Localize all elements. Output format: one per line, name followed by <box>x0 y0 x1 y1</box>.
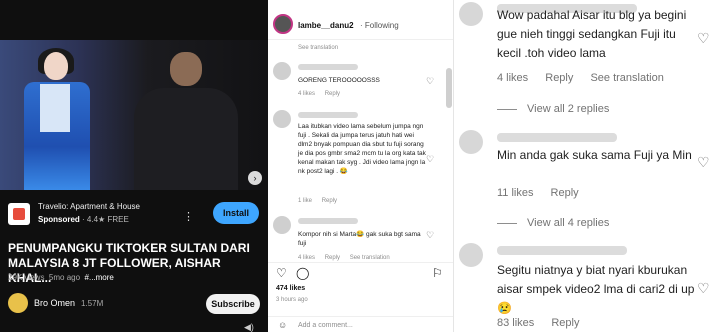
ad-price: FREE <box>107 215 129 224</box>
avatar[interactable] <box>273 14 293 34</box>
bookmark-icon[interactable]: ⚐ <box>432 267 443 279</box>
subscribe-button[interactable]: Subscribe <box>206 294 260 314</box>
ad-sponsored-label: Sponsored <box>38 215 80 224</box>
video-person-man <box>130 52 240 190</box>
view-replies-link[interactable]: View all 2 replies <box>497 103 609 115</box>
video-player[interactable] <box>0 40 268 190</box>
heart-icon[interactable]: ♡ <box>426 76 434 87</box>
comment-text: Segitu niatnya y biat nyari kburukan ais… <box>497 263 695 315</box>
reply-button[interactable]: Reply <box>545 72 573 84</box>
video-person-girl <box>18 48 96 190</box>
heart-icon[interactable]: ♡ <box>426 230 434 241</box>
post-header: lambe__danu2 · Following <box>268 0 453 40</box>
ad-app-logo <box>8 203 30 225</box>
post-actions: ♡ ◯ ⚐ <box>268 262 453 282</box>
add-comment-bar: ☺ Add a comment... <box>268 316 453 332</box>
avatar[interactable] <box>459 130 483 154</box>
account-handle[interactable]: lambe__danu2 <box>298 21 354 30</box>
redacted-username <box>298 64 358 70</box>
see-translation-link[interactable]: See translation <box>590 72 663 84</box>
comment-meta: 83 likes Reply <box>497 317 593 329</box>
comment-text: Min anda gak suka sama Fuji ya Min <box>497 148 692 162</box>
avatar[interactable] <box>8 293 28 313</box>
scrollbar[interactable] <box>446 68 452 108</box>
comment-likes[interactable]: 4 likes <box>497 72 528 84</box>
more-link[interactable]: #...more <box>85 273 114 282</box>
redacted-username <box>298 218 358 224</box>
comment-likes[interactable]: 11 likes <box>497 187 533 199</box>
avatar[interactable] <box>459 243 483 267</box>
view-count: 29K views <box>8 273 45 282</box>
avatar[interactable] <box>273 216 291 234</box>
chevron-right-icon[interactable]: › <box>248 171 262 185</box>
comment-input[interactable]: Add a comment... <box>298 322 353 329</box>
ad-rating: · 4.4★ <box>82 215 106 224</box>
instagram-comments-panel: lambe__danu2 · Following See translation… <box>268 0 454 332</box>
redacted-username <box>497 133 617 142</box>
heart-icon[interactable]: ♡ <box>426 154 434 165</box>
comment-likes[interactable]: 4 likes <box>298 91 315 97</box>
comment-meta: 4 likes Reply See translation <box>497 72 678 84</box>
install-button[interactable]: Install <box>213 202 259 224</box>
see-translation-link[interactable]: See translation <box>298 45 338 51</box>
zoomed-comments-panel: Wow padahal Aisar itu blg ya begini gue … <box>455 0 720 332</box>
comment-likes[interactable]: 4 likes <box>298 255 315 261</box>
comment-likes[interactable]: 83 likes <box>497 317 534 329</box>
reply-button[interactable]: Reply <box>322 198 337 204</box>
comment-text: GORENG TEROOOOOSSS <box>298 77 380 84</box>
volume-icon[interactable]: ◀) <box>244 322 254 332</box>
subscriber-count: 1.57M <box>81 299 104 308</box>
comment-text: Kompor nih si Marta😂 gak suka bgt sama f… <box>298 231 421 247</box>
ad-meta: Sponsored · 4.4★ FREE <box>38 215 129 224</box>
emoji-icon[interactable]: ☺ <box>278 320 287 330</box>
avatar[interactable] <box>273 110 291 128</box>
comment-text: Laa itubkan video lama sebelum jumpa ngn… <box>298 123 426 175</box>
avatar[interactable] <box>459 2 483 26</box>
reply-button[interactable]: Reply <box>325 91 340 97</box>
video-stats: 29K views 5mo ago #...more <box>8 273 114 282</box>
avatar[interactable] <box>273 62 291 80</box>
comment-meta: 4 likes Reply See translation <box>298 255 398 261</box>
more-options-icon[interactable]: ⋮ <box>183 210 194 223</box>
heart-icon[interactable]: ♡ <box>697 280 710 297</box>
heart-icon[interactable]: ♡ <box>697 154 710 171</box>
screenshot-collage: › Travelio: Apartment & House Sponsored … <box>0 0 720 332</box>
view-replies-link[interactable]: View all 4 replies <box>497 217 609 229</box>
video-panel: › Travelio: Apartment & House Sponsored … <box>0 0 268 332</box>
redacted-username <box>497 246 627 255</box>
heart-icon[interactable]: ♡ <box>697 30 710 47</box>
like-heart-icon[interactable]: ♡ <box>276 267 287 279</box>
comment-meta: 11 likes Reply <box>497 187 593 199</box>
channel-name[interactable]: Bro Omen <box>34 298 75 308</box>
comment-likes[interactable]: 1 like <box>298 198 312 204</box>
comment-icon[interactable]: ◯ <box>296 267 309 279</box>
see-translation-link[interactable]: See translation <box>350 255 390 261</box>
comment-meta: 1 like Reply <box>298 198 345 204</box>
following-status[interactable]: · Following <box>360 21 399 30</box>
reply-button[interactable]: Reply <box>551 187 579 199</box>
ad-title: Travelio: Apartment & House <box>38 202 140 211</box>
comment-text: Wow padahal Aisar itu blg ya begini gue … <box>497 8 687 60</box>
post-time: 3 hours ago <box>276 297 308 303</box>
reply-button[interactable]: Reply <box>325 255 340 261</box>
upload-age: 5mo ago <box>48 273 81 282</box>
post-likes[interactable]: 474 likes <box>276 285 305 292</box>
reply-button[interactable]: Reply <box>551 317 579 329</box>
comment-meta: 4 likes Reply <box>298 91 348 97</box>
redacted-username <box>298 112 358 118</box>
